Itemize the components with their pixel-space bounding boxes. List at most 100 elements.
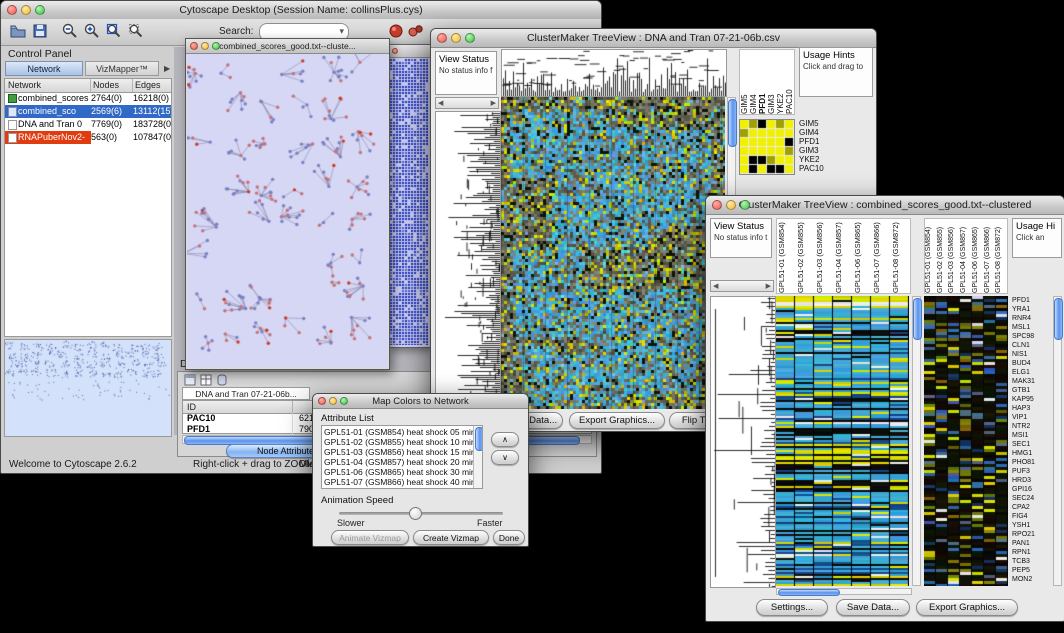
zoom-out-icon[interactable]: [61, 22, 79, 40]
export-graphics-button[interactable]: Export Graphics...: [569, 412, 665, 429]
zoom-fit-icon[interactable]: [105, 22, 123, 40]
create-vizmap-button[interactable]: Create Vizmap: [413, 530, 489, 545]
scrollbar-thumb[interactable]: [728, 99, 737, 147]
usage-hints-title: Usage Hints: [803, 50, 869, 61]
minimize-button[interactable]: [726, 200, 736, 210]
secondary-heatmap[interactable]: [924, 296, 1008, 586]
slider-min-label: Slower: [337, 518, 365, 528]
network-table-header[interactable]: Network Nodes Edges: [5, 79, 171, 93]
zoom-button[interactable]: [740, 200, 750, 210]
desktop: Cytoscape Desktop (Session Name: collins…: [0, 0, 1064, 633]
window-controls: [437, 33, 475, 43]
gene-label-list: PFD1 YRA1 RNR4 MSL1 SPC98 CLN1 NIS1 BUD4…: [1012, 296, 1052, 586]
attributes-icon[interactable]: [216, 374, 228, 386]
close-button[interactable]: [190, 42, 198, 50]
scrollbar-thumb[interactable]: [778, 589, 840, 596]
usage-hints-panel: Usage Hi Click an: [1012, 218, 1062, 258]
network-row[interactable]: DNA and Tran 0 7769(0) 183728(0): [5, 118, 171, 131]
window-controls: [318, 397, 348, 405]
tab-overflow-icon[interactable]: ▶: [164, 64, 170, 73]
search-dropdown-icon[interactable]: ▾: [339, 26, 344, 37]
zoom-button[interactable]: [465, 33, 475, 43]
float-panel-icon[interactable]: [184, 374, 196, 386]
vertical-scrollbar[interactable]: [912, 296, 921, 586]
export-graphics-button[interactable]: Export Graphics...: [916, 599, 1018, 616]
network-row[interactable]: combined_scores 2764(0) 16218(0): [5, 92, 171, 105]
column-dendrogram[interactable]: [501, 49, 727, 97]
zoom-button[interactable]: [35, 5, 45, 15]
close-button[interactable]: [7, 5, 17, 15]
save-data-button[interactable]: Save Data...: [836, 599, 910, 616]
close-button[interactable]: [318, 397, 326, 405]
usage-hints-panel: Usage Hints Click and drag to: [799, 47, 873, 97]
minimize-button[interactable]: [329, 397, 337, 405]
list-scrollbar[interactable]: [473, 426, 482, 488]
data-panel-tab[interactable]: DNA and Tran 07-21-06b...: [182, 387, 310, 400]
heatmap[interactable]: [501, 97, 725, 409]
network-icon: [8, 107, 17, 117]
nav-right-icon[interactable]: ▶: [766, 282, 771, 290]
heatmap[interactable]: [776, 296, 909, 586]
treeview-titlebar[interactable]: ClusterMaker TreeView : combined_scores_…: [706, 196, 1064, 215]
scrollbar-thumb[interactable]: [913, 298, 922, 340]
network-view-titlebar[interactable]: combined_scores_good.txt--cluste...: [186, 39, 389, 54]
slider-max-label: Faster: [477, 518, 503, 528]
vertical-scrollbar[interactable]: [1053, 296, 1062, 586]
network-overview-thumbnail[interactable]: [4, 339, 172, 437]
window-title: Cytoscape Desktop (Session Name: collins…: [1, 4, 601, 16]
zoom-in-icon[interactable]: [83, 22, 101, 40]
view-status-text: No status info f: [439, 66, 493, 75]
horizontal-scrollbar[interactable]: [776, 588, 912, 595]
animate-vizmap-button[interactable]: Animate Vizmap: [331, 530, 409, 545]
network-view-window-background[interactable]: [388, 44, 431, 348]
usage-hints-text: Click an: [1016, 233, 1058, 242]
attribute-list[interactable]: GPL51-01 (GSM854) heat shock 05 min GPL5…: [321, 425, 483, 489]
network-row-selected[interactable]: combined_sco 2569(6) 13112(15): [5, 105, 171, 118]
nav-left-icon[interactable]: ◀: [713, 282, 718, 290]
network-row-highlighted[interactable]: RNAPuberNov2- 563(0) 107847(0): [5, 131, 171, 144]
slider-thumb[interactable]: [409, 507, 422, 520]
close-button[interactable]: [712, 200, 722, 210]
save-session-icon[interactable]: [31, 22, 49, 40]
done-button[interactable]: Done: [493, 530, 525, 545]
move-down-button[interactable]: ∨: [491, 450, 519, 465]
search-label: Search:: [219, 26, 253, 37]
window-controls: [190, 42, 220, 50]
annotation-icon[interactable]: [407, 22, 425, 40]
zoom-button[interactable]: [212, 42, 220, 50]
view-status-panel: View Status No status info f: [435, 51, 497, 95]
close-button[interactable]: [437, 33, 447, 43]
main-titlebar[interactable]: Cytoscape Desktop (Session Name: collins…: [1, 1, 601, 20]
treeview-titlebar[interactable]: ClusterMaker TreeView : DNA and Tran 07-…: [431, 29, 876, 48]
nav-right-icon[interactable]: ▶: [491, 99, 496, 107]
zoom-button[interactable]: [340, 397, 348, 405]
scrollbar-thumb[interactable]: [1054, 298, 1063, 340]
network-icon: [8, 94, 17, 103]
move-up-button[interactable]: ∧: [491, 432, 519, 447]
tree-nav-control[interactable]: ◀ ▶: [710, 280, 774, 292]
settings-button[interactable]: Settings...: [756, 599, 828, 616]
zoom-selected-icon[interactable]: [127, 22, 145, 40]
dialog-titlebar[interactable]: Map Colors to Network: [313, 394, 528, 409]
window-controls: [7, 5, 45, 15]
open-session-icon[interactable]: [9, 22, 27, 40]
animation-speed-label: Animation Speed: [321, 495, 393, 506]
tab-network[interactable]: Network: [5, 61, 83, 76]
attribute-list-items[interactable]: GPL51-01 (GSM854) heat shock 05 min GPL5…: [322, 426, 482, 489]
scrollbar-thumb[interactable]: [475, 427, 483, 451]
minimize-button[interactable]: [201, 42, 209, 50]
close-button[interactable]: [392, 48, 398, 54]
tree-nav-control[interactable]: ◀ ▶: [435, 97, 499, 109]
minimize-button[interactable]: [21, 5, 31, 15]
correlation-matrix[interactable]: [739, 119, 795, 175]
dense-network-canvas[interactable]: [389, 58, 428, 345]
minimize-button[interactable]: [451, 33, 461, 43]
nav-left-icon[interactable]: ◀: [438, 99, 443, 107]
network-graph-canvas[interactable]: [187, 54, 388, 367]
animation-speed-slider[interactable]: [339, 512, 503, 515]
heatmap-column-labels: GPL51-01 (GSM854) GPL51-02 (GSM855) GPL5…: [776, 218, 911, 294]
tab-vizmapper[interactable]: VizMapper™: [85, 61, 159, 76]
table-icon[interactable]: [200, 374, 212, 386]
row-dendrogram[interactable]: [710, 296, 776, 588]
row-dendrogram[interactable]: [435, 111, 501, 411]
